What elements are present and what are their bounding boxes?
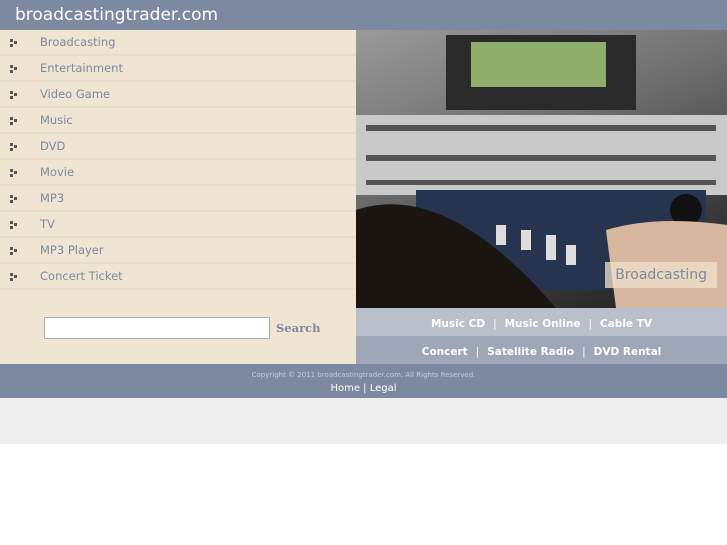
sidebar-item-label: MP3 xyxy=(40,191,65,205)
hero-caption: Broadcasting xyxy=(605,262,717,288)
search-input[interactable] xyxy=(44,317,270,339)
search-button[interactable]: Search xyxy=(276,321,321,335)
sidebar-item[interactable]: Concert Ticket xyxy=(0,264,356,290)
sidebar-nav: Broadcasting Entertainment Video Game Music… xyxy=(0,30,356,290)
footer-separator: | xyxy=(363,383,367,394)
bullet-icon xyxy=(10,247,18,255)
sidebar-item-label: MP3 Player xyxy=(40,243,104,257)
sidebar-item-label: Video Game xyxy=(40,87,111,101)
sidebar-item-label: Movie xyxy=(40,165,75,179)
sidebar-item[interactable]: TV xyxy=(0,212,356,238)
bullet-icon xyxy=(10,65,18,73)
category-link[interactable]: Music Online xyxy=(505,318,581,330)
sidebar-item-label: Concert Ticket xyxy=(40,269,123,283)
bullet-icon xyxy=(10,143,18,151)
footer-links: Home | Legal xyxy=(0,383,727,394)
bullet-icon xyxy=(10,169,18,177)
category-link[interactable]: Satellite Radio xyxy=(487,346,574,358)
link-separator: | xyxy=(588,318,593,330)
category-link[interactable]: Music CD xyxy=(431,318,485,330)
category-link[interactable]: DVD Rental xyxy=(594,346,662,358)
sidebar-item[interactable]: Music xyxy=(0,108,356,134)
sidebar-item[interactable]: MP3 Player xyxy=(0,238,356,264)
sidebar-item-label: DVD xyxy=(40,139,66,153)
hero-image: Broadcasting xyxy=(356,30,727,308)
link-bar-1: Music CD | Music Online | Cable TV xyxy=(356,308,727,336)
home-link[interactable]: Home xyxy=(330,383,360,394)
sidebar-item-label: Music xyxy=(40,113,73,127)
bottom-band xyxy=(0,398,727,444)
sidebar-item-label: TV xyxy=(40,217,55,231)
sidebar-item[interactable]: Broadcasting xyxy=(0,30,356,56)
bullet-icon xyxy=(10,221,18,229)
link-separator: | xyxy=(493,318,497,330)
bullet-icon xyxy=(10,39,18,47)
sidebar-item-label: Entertainment xyxy=(40,61,123,75)
sidebar-item-label: Broadcasting xyxy=(40,35,116,49)
bullet-icon xyxy=(10,117,18,125)
legal-link[interactable]: Legal xyxy=(370,383,397,394)
sidebar-item[interactable]: Video Game xyxy=(0,82,356,108)
copyright-text: Copyright © 2011 broadcastingtrader.com.… xyxy=(251,371,476,379)
bullet-icon xyxy=(10,273,18,281)
footer: Copyright © 2011 broadcastingtrader.com.… xyxy=(0,364,727,398)
sidebar: Broadcasting Entertainment Video Game Music… xyxy=(0,30,356,364)
sidebar-item[interactable]: Entertainment xyxy=(0,56,356,82)
bullet-icon xyxy=(10,91,18,99)
header: broadcastingtrader.com xyxy=(0,0,727,30)
category-link[interactable]: Cable TV xyxy=(600,318,652,330)
link-separator: | xyxy=(582,346,586,358)
bullet-icon xyxy=(10,195,18,203)
sidebar-item[interactable]: DVD xyxy=(0,134,356,160)
sidebar-item[interactable]: MP3 xyxy=(0,186,356,212)
sidebar-item[interactable]: Movie xyxy=(0,160,356,186)
category-link[interactable]: Concert xyxy=(422,346,468,358)
link-bar-2: Concert | Satellite Radio | DVD Rental xyxy=(356,336,727,364)
site-title[interactable]: broadcastingtrader.com xyxy=(15,5,218,25)
link-separator: | xyxy=(475,346,480,358)
